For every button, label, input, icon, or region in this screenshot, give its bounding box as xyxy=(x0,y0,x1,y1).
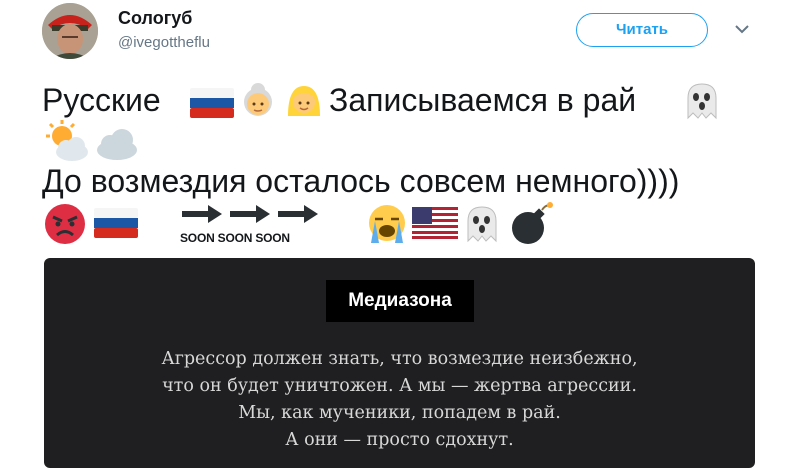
ghost-icon xyxy=(687,83,717,120)
avatar[interactable] xyxy=(42,3,98,59)
media-badge: Медиазона xyxy=(326,280,474,322)
author-display-name[interactable]: Сологуб xyxy=(118,8,192,29)
soon-label: SOON SOON SOON xyxy=(180,231,290,245)
cloud-icon xyxy=(97,129,137,160)
chevron-down-icon[interactable] xyxy=(733,20,751,38)
flag-usa-icon xyxy=(412,207,458,239)
loudly-crying-face-icon xyxy=(369,205,405,243)
tweet-text-line-2: До возмездия осталось совсем немного)))) xyxy=(42,163,680,199)
quote-text: Агрессор должен знать, что возмездие неи… xyxy=(44,346,755,454)
right-arrow-icon xyxy=(182,205,318,223)
author-handle[interactable]: @ivegottheflu xyxy=(118,34,210,51)
bomb-icon xyxy=(512,202,553,244)
user-avatar-icon xyxy=(42,3,98,59)
tweet-text-line-1b: Записываемся в рай xyxy=(329,82,637,118)
ghost-icon xyxy=(467,206,497,243)
tweet-header: Сологуб @ivegottheflu Читать xyxy=(0,0,800,70)
soon-arrows: SOON SOON SOON xyxy=(180,200,325,245)
quote-line: Мы, как мученики, попадем в рай. xyxy=(238,403,561,423)
quote-line: Агрессор должен знать, что возмездие неи… xyxy=(161,349,638,369)
follow-button[interactable]: Читать xyxy=(576,13,708,47)
tweet-text-line-1a: Русские xyxy=(42,82,161,118)
media-card[interactable]: Медиазона Агрессор должен знать, что воз… xyxy=(44,258,755,468)
quote-line: что он будет уничтожен. А мы — жертва аг… xyxy=(162,376,637,396)
angry-face-icon xyxy=(45,204,85,244)
sun-behind-cloud-icon xyxy=(46,120,88,161)
flag-russia-icon xyxy=(94,208,138,238)
older-woman-icon xyxy=(244,83,272,116)
blond-woman-icon xyxy=(288,86,320,116)
flag-russia-icon xyxy=(190,88,234,118)
